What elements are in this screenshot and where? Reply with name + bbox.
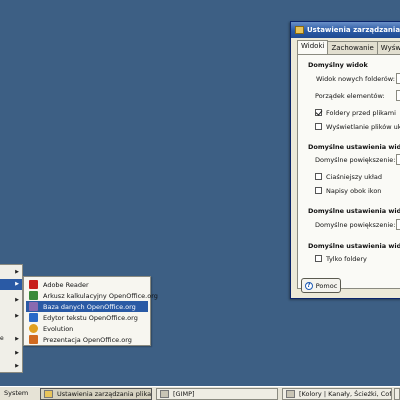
icon-zoom-combo[interactable] [396,154,400,165]
menu-item-label-fragment[interactable]: e [0,335,4,342]
menu-item-writer[interactable]: Edytor tekstu OpenOffice.org [26,312,148,323]
compact-layout-checkbox-row[interactable]: Ciaśniejszy układ [315,173,382,181]
spreadsheet-icon [29,291,38,300]
list-zoom-combo[interactable] [396,219,400,230]
help-icon: ? [304,281,313,290]
item-order-label: Porządek elementów: [315,92,385,100]
only-folders-checkbox-row[interactable]: Tylko foldery [315,255,367,263]
menu-item-label: Baza danych OpenOffice.org [43,302,136,311]
submenu-arrow-icon: ▶ [15,336,19,342]
text-beside-icons-label: Napisy obok ikon [326,187,382,195]
hidden-files-label: Wyświetlanie plików ukr [326,123,400,131]
submenu-arrow-icon: ▶ [15,281,19,287]
compact-layout-label: Ciaśniejszy układ [326,173,382,181]
database-icon [29,302,38,311]
menu-item-adobe-reader[interactable]: Adobe Reader [26,279,148,290]
new-folders-view-label: Widok nowych folderów: [316,75,395,83]
icon-zoom-label: Domyślne powiększenie: [315,156,396,164]
menu-item-spreadsheet[interactable]: Arkusz kalkulacyjny OpenOffice.org [26,290,158,301]
taskbar-button-gimp[interactable]: [GIMP] [156,388,278,400]
office-submenu: Adobe Reader Arkusz kalkulacyjny OpenOff… [23,276,158,346]
taskbar: System Ustawienia zarządzania plikami [G… [0,386,400,400]
taskbar-button-label: Ustawienia zarządzania plikami [57,390,152,398]
gimp-icon [286,390,295,398]
only-folders-checkbox[interactable] [315,255,322,262]
views-panel: Domyślny widok Widok nowych folderów: Po… [297,54,400,289]
menu-item-label: Prezentacja OpenOffice.org [43,335,132,344]
menu-item-label: Edytor tekstu OpenOffice.org [43,313,138,322]
dialog-titlebar[interactable]: Ustawienia zarządzania pl [291,22,400,38]
gimp-icon [160,390,169,398]
taskbar-button-label: [Kolory | Kanały, Ścieżki, Cof... [299,390,392,398]
hidden-files-checkbox[interactable] [315,123,322,130]
folders-first-checkbox-row[interactable]: Foldery przed plikami [315,109,396,117]
default-view-heading: Domyślny widok [308,61,368,69]
tab-behavior[interactable]: Zachowanie [327,41,378,54]
folders-first-label: Foldery przed plikami [326,109,396,117]
tree-view-heading: Domyślne ustawienia wido [308,242,400,250]
hidden-files-checkbox-row[interactable]: Wyświetlanie plików ukr [315,123,400,131]
submenu-arrow-icon: ▶ [15,350,19,356]
text-beside-icons-checkbox-row[interactable]: Napisy obok ikon [315,187,381,195]
submenu-arrow-icon: ▶ [15,297,19,303]
writer-icon [29,313,38,322]
taskbar-button-overflow[interactable] [394,388,400,400]
list-view-heading: Domyślne ustawienia wido [308,207,400,215]
folder-icon [295,26,304,34]
submenu-arrow-icon: ▶ [15,363,19,369]
folder-icon [44,390,53,398]
menu-item-database[interactable]: Baza danych OpenOffice.org [26,301,148,312]
menu-item-label: Evolution [43,324,74,333]
compact-layout-checkbox[interactable] [315,173,322,180]
new-folders-view-combo[interactable] [396,73,400,84]
menu-item-label: Arkusz kalkulacyjny OpenOffice.org [43,291,158,300]
tab-bar: Widoki Zachowanie Wyświetla [291,40,400,54]
icon-view-heading: Domyślne ustawienia wido [308,143,400,151]
menu-item-label: Adobe Reader [43,280,89,289]
tab-views[interactable]: Widoki [297,40,329,54]
file-management-preferences-dialog: Ustawienia zarządzania pl Widoki Zachowa… [290,21,400,299]
applications-menu: ▶ ▶ ▶ ▶ e ▶ ▶ ▶ [0,264,23,373]
menu-item-evolution[interactable]: Evolution [26,323,148,334]
taskbar-button-label: [GIMP] [173,390,195,398]
text-beside-icons-checkbox[interactable] [315,187,322,194]
dialog-title: Ustawienia zarządzania pl [307,26,400,34]
taskbar-button-gimp-layers[interactable]: [Kolory | Kanały, Ścieżki, Cof... [282,388,392,400]
folders-first-checkbox[interactable] [315,109,322,116]
help-button[interactable]: ? Pomoc [301,278,341,293]
evolution-icon [29,324,38,333]
adobe-reader-icon [29,280,38,289]
presentation-icon [29,335,38,344]
tab-display[interactable]: Wyświetla [376,41,400,54]
help-button-label: Pomoc [315,281,338,290]
taskbar-button-file-preferences[interactable]: Ustawienia zarządzania plikami [40,388,152,400]
submenu-arrow-icon: ▶ [15,269,19,275]
list-zoom-label: Domyślne powiększenie: [315,221,396,229]
menu-item-presentation[interactable]: Prezentacja OpenOffice.org [26,334,148,345]
only-folders-label: Tylko foldery [326,255,367,263]
item-order-combo[interactable] [396,90,400,101]
submenu-arrow-icon: ▶ [15,313,19,319]
system-menu[interactable]: System [4,389,28,397]
